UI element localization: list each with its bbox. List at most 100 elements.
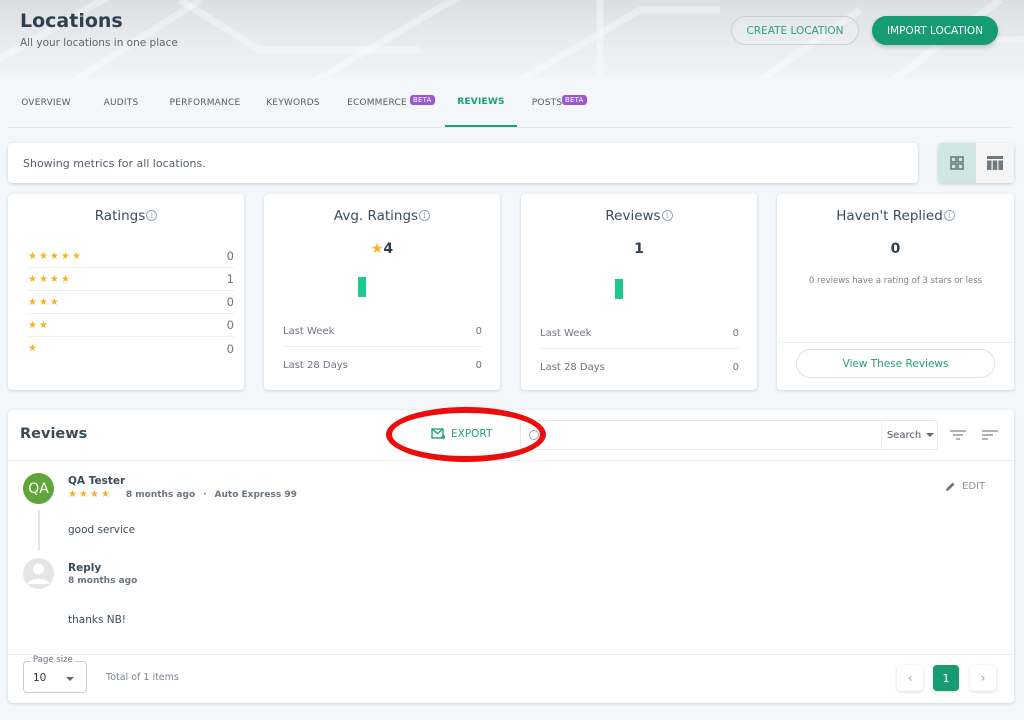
- filter-icon[interactable]: [950, 429, 966, 441]
- meta-separator: ·: [203, 489, 207, 500]
- tab-ecommerce[interactable]: ECOMMERCE BETA: [344, 78, 435, 127]
- stat-label: Last 28 Days: [283, 359, 348, 371]
- rating-count: 0: [226, 295, 234, 309]
- card-title: Avg. Ratings i: [264, 208, 500, 224]
- tab-audits[interactable]: AUDITS: [92, 78, 150, 127]
- page-size-label: Page size: [31, 655, 75, 665]
- tab-label: POSTS: [531, 97, 563, 108]
- view-these-reviews-button[interactable]: View These Reviews: [796, 349, 995, 378]
- page-1-button[interactable]: 1: [933, 665, 959, 691]
- tab-keywords[interactable]: KEYWORDS: [260, 78, 326, 127]
- total-items-text: Total of 1 items: [106, 672, 179, 683]
- beta-badge: BETA: [410, 95, 435, 105]
- rating-row-3: ★★★ 0: [28, 291, 234, 314]
- tab-label: PERFORMANCE: [169, 97, 241, 108]
- stat-label: Last Week: [283, 326, 335, 337]
- info-icon[interactable]: i: [146, 210, 158, 221]
- reviews-panel-title: Reviews: [20, 426, 88, 442]
- ratings-card: Ratings i ★★★★★ 0 ★★★★ 1 ★★★ 0 ★★ 0 ★ 0: [8, 194, 244, 390]
- last-28-days-row: Last 28 Days 0: [283, 350, 482, 380]
- metrics-scope-bar: Showing metrics for all locations.: [8, 143, 918, 183]
- tab-reviews[interactable]: REVIEWS: [445, 78, 517, 127]
- stat-label: Last Week: [540, 328, 592, 339]
- search-box: Search: [520, 420, 938, 450]
- tab-performance[interactable]: PERFORMANCE: [160, 78, 250, 127]
- reviewer-name: QA Tester: [68, 475, 126, 487]
- card-title: Ratings i: [8, 208, 244, 224]
- page-header: Locations All your locations in one plac…: [0, 0, 1024, 78]
- divider: [8, 460, 1014, 461]
- thread-line: [38, 510, 40, 550]
- tab-posts[interactable]: POSTS BETA: [524, 78, 590, 127]
- page-size-value: 10: [33, 672, 47, 684]
- reply-time: 8 months ago: [68, 576, 138, 586]
- havent-replied-value: 0: [890, 241, 901, 257]
- rating-count: 1: [226, 272, 234, 286]
- star-icon: ★: [370, 241, 384, 257]
- sort-icon[interactable]: [982, 429, 998, 441]
- avg-rating-value: ★4: [264, 241, 500, 257]
- tab-overview[interactable]: OVERVIEW: [8, 78, 84, 127]
- table-icon: [987, 156, 1003, 170]
- info-icon[interactable]: i: [661, 210, 673, 221]
- export-label: EXPORT: [451, 428, 493, 440]
- divider: [777, 342, 1014, 343]
- tab-bar: OVERVIEW AUDITS PERFORMANCE KEYWORDS ECO…: [8, 78, 1014, 128]
- search-input[interactable]: [545, 425, 875, 445]
- reply-text: thanks NB!: [68, 614, 127, 626]
- sparkline-bar: [358, 277, 366, 297]
- review-star-icons: ★★★★: [68, 489, 112, 500]
- tab-label: ECOMMERCE: [347, 97, 407, 108]
- rating-row-2: ★★ 0: [28, 314, 234, 337]
- last-28-days-row: Last 28 Days 0: [540, 352, 739, 382]
- reviews-panel: Reviews EXPORT Search QA QA Tester ★★★★ …: [8, 410, 1014, 703]
- edit-reply-button[interactable]: EDIT: [945, 481, 985, 492]
- havent-replied-card: Haven't Replied i 0 0 reviews have a rati…: [777, 194, 1014, 390]
- reviewer-avatar: QA: [23, 473, 54, 504]
- page-size-select[interactable]: Page size 10: [23, 655, 87, 693]
- reply-author: Reply: [68, 562, 102, 574]
- reviews-count-card: Reviews i 1 Last Week 0 Last 28 Days 0: [521, 194, 757, 390]
- card-title: Reviews i: [521, 208, 757, 224]
- export-button[interactable]: EXPORT: [431, 424, 492, 444]
- card-title-text: Reviews: [605, 208, 661, 224]
- stat-value: 0: [732, 328, 739, 339]
- reviews-count-value: 1: [634, 241, 644, 257]
- tab-label: KEYWORDS: [266, 97, 320, 108]
- search-icon: [529, 430, 539, 440]
- metrics-scope-text: Showing metrics for all locations.: [23, 156, 206, 170]
- card-title: Haven't Replied i: [777, 208, 1014, 224]
- rating-row-4: ★★★★ 1: [28, 268, 234, 291]
- next-page-button[interactable]: ›: [970, 665, 996, 691]
- view-mode-toggle: [938, 143, 1014, 183]
- star-icons: ★: [28, 343, 39, 354]
- review-text: good service: [68, 524, 136, 536]
- grid-view-button[interactable]: [938, 143, 976, 183]
- create-location-button[interactable]: CREATE LOCATION: [731, 16, 859, 45]
- tab-label: REVIEWS: [457, 96, 505, 107]
- import-location-button[interactable]: IMPORT LOCATION: [872, 16, 998, 45]
- stat-value: 0: [732, 361, 739, 373]
- page-title: Locations: [20, 10, 123, 32]
- info-icon[interactable]: i: [943, 210, 955, 221]
- user-placeholder-icon: [28, 563, 49, 584]
- edit-label: EDIT: [962, 481, 986, 492]
- beta-badge: BETA: [562, 95, 587, 105]
- star-icons: ★★★: [28, 296, 61, 308]
- search-scope-dropdown[interactable]: Search: [881, 421, 939, 449]
- tab-label: OVERVIEW: [21, 97, 71, 108]
- card-title-text: Haven't Replied: [836, 208, 943, 224]
- table-view-button[interactable]: [976, 143, 1014, 183]
- last-week-row: Last Week 0: [283, 317, 482, 347]
- prev-page-button[interactable]: ‹: [897, 665, 923, 691]
- avg-rating-number: 4: [383, 241, 394, 257]
- chevron-down-icon: [926, 433, 935, 437]
- last-week-row: Last Week 0: [540, 319, 739, 349]
- page-subtitle: All your locations in one place: [20, 37, 178, 49]
- export-mail-icon: [431, 428, 445, 440]
- stat-value: 0: [475, 359, 482, 371]
- star-icons: ★★: [28, 319, 50, 331]
- review-location: Auto Express 99: [214, 489, 297, 500]
- chevron-down-icon: [66, 677, 74, 681]
- info-icon[interactable]: i: [419, 210, 431, 221]
